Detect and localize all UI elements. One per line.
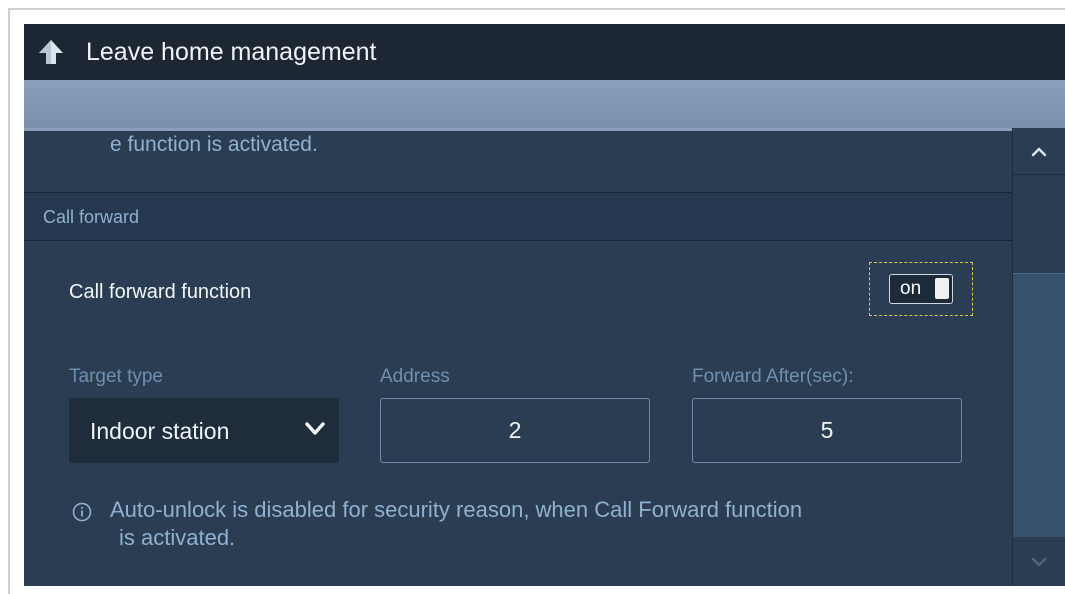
forward-after-input[interactable]: 5 [692, 398, 962, 463]
chevron-down-icon [1031, 557, 1047, 567]
address-input[interactable]: 2 [380, 398, 650, 463]
chevron-down-icon [305, 422, 325, 435]
info-message-line-2: is activated. [119, 525, 236, 550]
page-title: Leave home management [86, 37, 377, 66]
scrollbar[interactable] [1012, 128, 1065, 586]
scroll-up-button[interactable] [1013, 128, 1065, 175]
address-label: Address [380, 366, 450, 387]
section-header-call-forward: Call forward [24, 193, 1012, 241]
section-title: Call forward [43, 207, 140, 227]
target-type-label: Target type [69, 366, 163, 387]
header-accent-bar [24, 80, 1065, 128]
truncated-description: e function is activated. [110, 133, 318, 156]
target-type-select[interactable]: Indoor station [69, 398, 339, 463]
info-icon [72, 502, 92, 522]
scrollbar-thumb[interactable] [1013, 273, 1065, 537]
call-forward-function-label: Call forward function [69, 281, 252, 303]
toggle-state-label: on [900, 278, 922, 299]
settings-content: e function is activated. Call forward Ca… [24, 128, 1012, 586]
overlap-edge [24, 128, 1012, 131]
divider [24, 240, 1012, 241]
panel-screen: Leave home management e function is acti… [24, 24, 1065, 586]
info-message-line-1: Auto-unlock is disabled for security rea… [110, 497, 803, 522]
target-type-value: Indoor station [90, 418, 230, 444]
toggle-knob [935, 278, 949, 299]
back-arrow-icon[interactable] [38, 39, 64, 65]
toggle-focus-outline: on [869, 262, 973, 316]
forward-after-label: Forward After(sec): [692, 366, 854, 387]
chevron-up-icon [1031, 147, 1047, 157]
scroll-down-button[interactable] [1013, 540, 1065, 586]
title-bar: Leave home management [24, 24, 1065, 80]
call-forward-toggle[interactable]: on [889, 274, 953, 304]
info-message: Auto-unlock is disabled for security rea… [110, 496, 950, 552]
